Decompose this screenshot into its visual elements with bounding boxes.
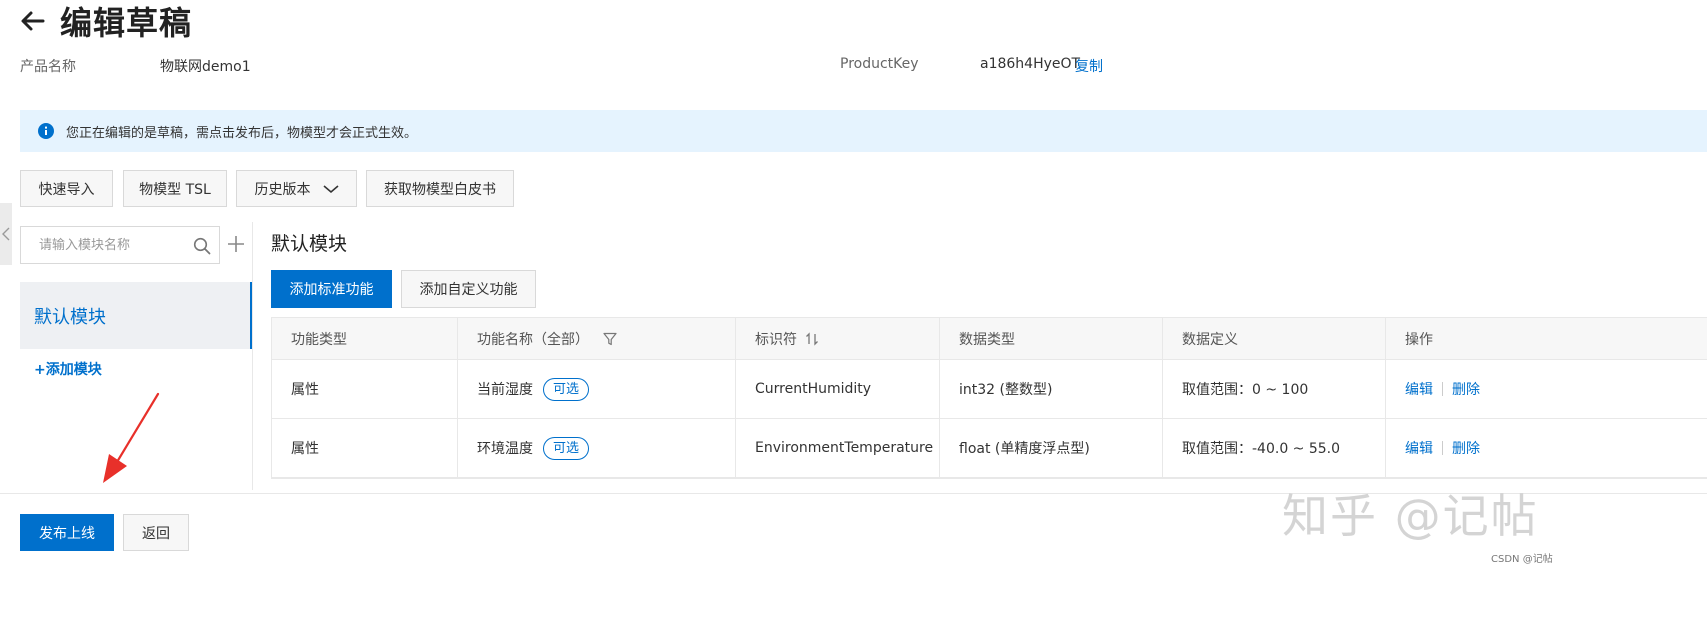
optional-tag: 可选 [543,436,590,460]
cell-text: EnvironmentTemperature [755,440,934,456]
column-header: 数据类型 [940,318,1163,359]
cell-definition: 取值范围：0 ~ 100 [1163,360,1386,418]
sidebar-divider [252,222,253,490]
column-header-identifier: 标识符 [736,318,940,359]
module-item-default[interactable]: 默认模块 [20,282,252,349]
chevron-left-icon [2,227,10,241]
quick-import-label: 快速导入 [38,181,95,198]
cell-type: 属性 [272,419,458,477]
chevron-down-icon [322,184,339,193]
cell-data-type: float (单精度浮点型) [940,419,1163,477]
history-version-dropdown[interactable]: 历史版本 [236,170,357,207]
cell-identifier: CurrentHumidity [736,360,940,418]
column-header-label: 操作 [1405,331,1433,348]
history-label: 历史版本 [254,181,311,198]
cell-actions: 编辑 删除 [1386,360,1707,418]
cell-type: 属性 [272,360,458,418]
copy-link[interactable]: 复制 [1075,56,1103,76]
tsl-label: 物模型 TSL [139,181,211,198]
column-header: 功能类型 [272,318,458,359]
cell-text: 取值范围：-40.0 ~ 55.0 [1182,441,1341,457]
add-module-plus-icon[interactable] [227,235,245,253]
optional-tag: 可选 [543,377,590,401]
action-separator [1442,382,1443,396]
delete-link[interactable]: 删除 [1452,438,1480,458]
back-arrow-icon[interactable] [18,6,48,36]
column-header-label: 数据类型 [959,331,1015,348]
cell-text: 当前湿度 [477,382,533,398]
notice-text: 您正在编辑的是草稿，需点击发布后，物模型才会正式生效。 [66,126,418,141]
cell-text: 取值范围：0 ~ 100 [1182,382,1309,398]
cell-text: 环境温度 [477,441,533,457]
cell-text: 属性 [291,441,319,457]
column-header: 数据定义 [1163,318,1386,359]
tsl-button[interactable]: 物模型 TSL [123,170,227,207]
cell-text: float (单精度浮点型) [959,441,1090,457]
column-header: 操作 [1386,318,1707,359]
add-module-link[interactable]: +添加模块 [34,359,102,379]
sort-icon[interactable] [805,331,819,346]
add-standard-function-button[interactable]: 添加标准功能 [271,270,392,308]
quick-import-button[interactable]: 快速导入 [20,170,113,207]
column-header-label: 标识符 [755,331,797,348]
function-table: 功能类型 功能名称（全部） 标识符 数据类型 数据定义 操作 属性 当前湿度 可… [271,317,1707,479]
zhihu-watermark: 知乎 @记帖 [1282,489,1539,543]
cell-text: int32 (整数型) [959,382,1053,398]
column-header-function-name: 功能名称（全部） [458,318,736,359]
edit-link[interactable]: 编辑 [1405,379,1433,399]
page-title: 编辑草稿 [60,4,193,42]
add-custom-label: 添加自定义功能 [419,282,518,298]
info-icon [38,123,54,139]
product-key-label: ProductKey [840,56,919,72]
back-button[interactable]: 返回 [123,514,189,551]
back-label: 返回 [142,525,170,542]
publish-button[interactable]: 发布上线 [20,514,114,551]
module-search-input[interactable] [21,227,191,263]
add-custom-function-button[interactable]: 添加自定义功能 [401,270,536,308]
search-icon[interactable] [193,237,211,255]
edit-link[interactable]: 编辑 [1405,438,1433,458]
table-row: 属性 环境温度 可选 EnvironmentTemperature float … [272,419,1707,478]
sidebar-collapse-tab[interactable] [0,203,12,265]
cell-name: 当前湿度 可选 [458,360,736,418]
module-search [20,226,220,264]
product-key-value: a186h4HyeOT [980,56,1081,72]
column-header-label: 数据定义 [1182,331,1238,348]
action-separator [1442,441,1443,455]
delete-link[interactable]: 删除 [1452,379,1480,399]
csdn-watermark: CSDN @记帖 [1491,554,1553,565]
cell-definition: 取值范围：-40.0 ~ 55.0 [1163,419,1386,477]
section-title: 默认模块 [271,233,348,255]
cell-actions: 编辑 删除 [1386,419,1707,477]
publish-label: 发布上线 [39,525,95,542]
whitepaper-button[interactable]: 获取物模型白皮书 [366,170,514,207]
column-header-label: 功能名称（全部） [477,331,589,348]
draft-notice: 您正在编辑的是草稿，需点击发布后，物模型才会正式生效。 [20,110,1707,152]
annotation-arrow-icon [103,392,160,483]
cell-name: 环境温度 可选 [458,419,736,477]
table-header: 功能类型 功能名称（全部） 标识符 数据类型 数据定义 操作 [272,318,1707,360]
product-name-label: 产品名称 [20,59,76,75]
module-item-label: 默认模块 [34,306,106,328]
cell-data-type: int32 (整数型) [940,360,1163,418]
column-header-label: 功能类型 [291,331,347,348]
table-row: 属性 当前湿度 可选 CurrentHumidity int32 (整数型) 取… [272,360,1707,419]
whitepaper-label: 获取物模型白皮书 [384,181,496,198]
cell-identifier: EnvironmentTemperature [736,419,940,477]
product-name-value: 物联网demo1 [160,59,251,75]
add-standard-label: 添加标准功能 [289,282,374,298]
filter-icon[interactable] [603,332,617,346]
cell-text: CurrentHumidity [755,381,872,397]
cell-text: 属性 [291,382,319,398]
